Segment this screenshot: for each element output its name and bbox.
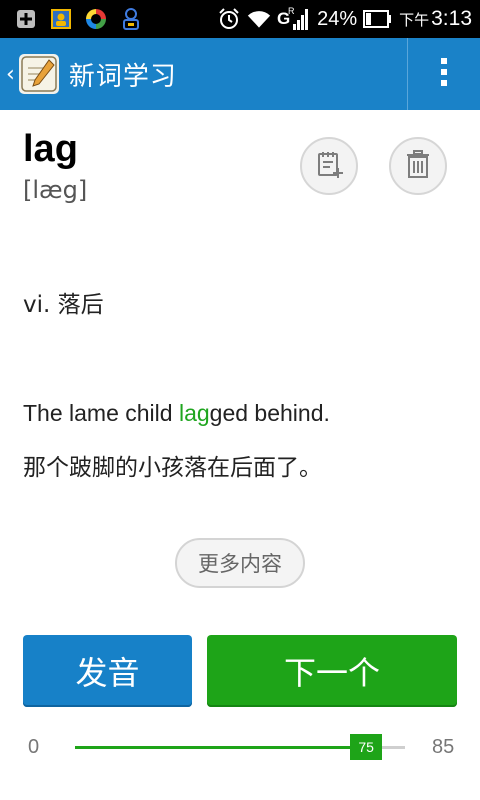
page-title: 新词学习 xyxy=(68,61,177,92)
delete-word-button[interactable] xyxy=(389,137,447,195)
back-chevron-icon: ‹ xyxy=(6,61,15,87)
example-en-highlight: lag xyxy=(178,400,210,426)
back-button[interactable]: ‹ 新词学习 xyxy=(0,38,190,110)
example-en-after: ged behind. xyxy=(209,400,330,426)
pronounce-button[interactable]: 发音 xyxy=(23,635,192,707)
alarm-icon xyxy=(217,7,241,31)
clock: 下午3:13 xyxy=(399,7,472,31)
add-to-notebook-icon xyxy=(314,149,344,183)
sync-app-icon xyxy=(84,7,108,31)
example-en-before: The lame child xyxy=(23,400,179,426)
progress-fill xyxy=(75,746,367,749)
more-content-button[interactable]: 更多内容 xyxy=(175,538,305,588)
system-status: GR 24% 下午3:13 xyxy=(217,0,472,38)
example-sentence-en: The lame child lagged behind. xyxy=(23,400,330,427)
svg-text:R: R xyxy=(288,6,295,16)
accessibility-icon xyxy=(119,7,143,31)
notification-icons xyxy=(14,6,143,32)
add-to-notebook-button[interactable] xyxy=(300,137,358,195)
contact-card-icon xyxy=(49,7,73,31)
example-sentence-zh: 那个跛脚的小孩落在后面了。 xyxy=(23,455,322,481)
headword: lag xyxy=(23,128,78,170)
phonetic: [læg] xyxy=(23,176,88,204)
progress-max-label: 85 xyxy=(432,736,455,758)
definition: vi. 落后 xyxy=(23,292,104,318)
next-word-button[interactable]: 下一个 xyxy=(207,635,457,707)
signal-g-icon: GR xyxy=(277,6,311,31)
progress-slider[interactable]: 75 xyxy=(75,734,405,760)
battery-icon xyxy=(363,7,393,31)
overflow-menu-button[interactable] xyxy=(408,38,480,110)
more-vertical-icon xyxy=(439,57,449,91)
add-box-icon xyxy=(14,7,38,31)
progress-thumb[interactable]: 75 xyxy=(350,734,383,760)
wifi-icon xyxy=(247,7,271,31)
action-bar: ‹ 新词学习 xyxy=(0,38,480,110)
battery-percent: 24% xyxy=(317,7,358,30)
trash-icon xyxy=(404,149,432,183)
clock-period: 下午 xyxy=(399,12,430,29)
progress-min-label: 0 xyxy=(28,736,40,758)
clock-time: 3:13 xyxy=(431,7,472,30)
wordbook-app-icon xyxy=(18,54,59,94)
status-bar: GR 24% 下午3:13 xyxy=(0,0,480,38)
